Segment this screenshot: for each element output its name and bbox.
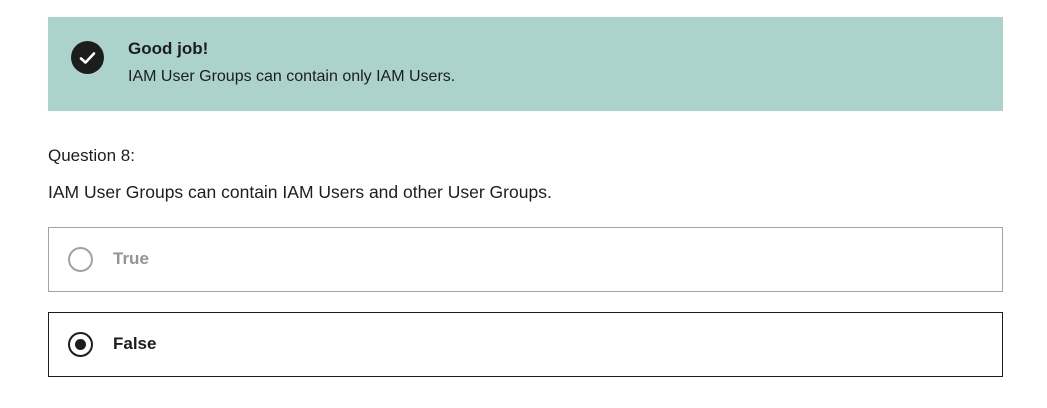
radio-unselected-icon[interactable] [68, 247, 93, 272]
radio-dot [75, 339, 86, 350]
answer-option-false[interactable]: False [48, 312, 1003, 377]
feedback-title: Good job! [128, 39, 209, 58]
feedback-message: IAM User Groups can contain only IAM Use… [128, 68, 456, 85]
radio-selected-icon[interactable] [68, 332, 93, 357]
feedback-banner: Good job! IAM User Groups can contain on… [48, 17, 1003, 111]
question-number: Question 8: [48, 146, 135, 165]
answer-option-true[interactable]: True [48, 227, 1003, 292]
checkmark-icon [79, 51, 96, 64]
answer-option-label: True [113, 249, 149, 268]
check-circle-icon [71, 41, 104, 74]
quiz-question-panel: Good job! IAM User Groups can contain on… [0, 0, 1047, 408]
question-text: IAM User Groups can contain IAM Users an… [48, 182, 552, 202]
answer-option-label: False [113, 334, 157, 353]
